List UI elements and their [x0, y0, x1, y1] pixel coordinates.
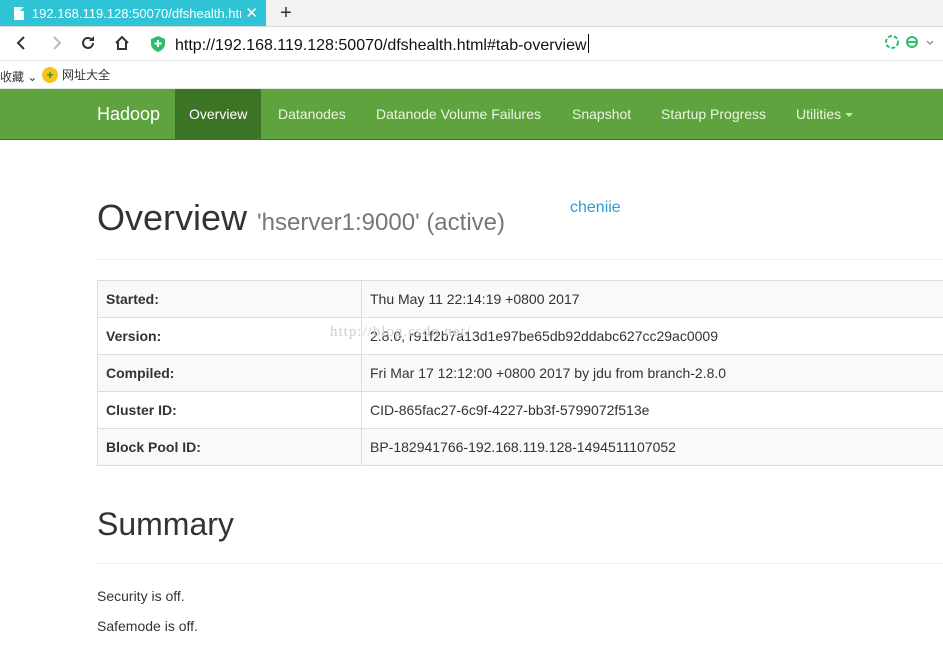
nav-utilities-label: Utilities	[796, 106, 842, 122]
url-field[interactable]: http://192.168.119.128:50070/dfshealth.h…	[175, 34, 589, 55]
row-key: Block Pool ID:	[97, 428, 362, 466]
url-text: http://192.168.119.128:50070/dfshealth.h…	[175, 37, 587, 54]
handwritten-annotation: cheniie	[570, 199, 621, 216]
forward-icon[interactable]	[44, 31, 68, 55]
summary-title: Summary	[97, 506, 234, 542]
safemode-status: Safemode is off.	[97, 618, 198, 634]
divider	[97, 563, 943, 564]
bookmark-favorites-label: 收藏	[0, 70, 25, 84]
overview-title: Overview	[97, 197, 248, 238]
site-star-icon: +	[42, 66, 58, 83]
back-icon[interactable]	[10, 31, 34, 55]
nav-startup-progress[interactable]: Startup Progress	[661, 89, 766, 139]
row-key: Compiled:	[97, 354, 362, 392]
menu-handle-icon[interactable]	[925, 35, 935, 49]
bookmark-url-directory-label: 网址大全	[62, 68, 111, 82]
address-bar-right-icons	[885, 35, 935, 49]
row-value: Fri Mar 17 12:12:00 +0800 2017 by jdu fr…	[361, 354, 943, 392]
row-value: Thu May 11 22:14:19 +0800 2017	[361, 280, 943, 318]
tab-title: 192.168.119.128:50070/dfshealth.htm	[31, 5, 242, 21]
nav-overview[interactable]: Overview	[175, 89, 262, 139]
new-tab-button[interactable]: +	[276, 1, 296, 25]
page-title: Overview 'hserver1:9000' (active)	[97, 197, 505, 239]
row-key: Started:	[97, 280, 362, 318]
hadoop-brand[interactable]: Hadoop	[97, 104, 160, 125]
table-row: Compiled: Fri Mar 17 12:12:00 +0800 2017 …	[97, 354, 943, 392]
close-tab-icon[interactable]: ✕	[245, 4, 258, 22]
blog-watermark: http://blog.csdn.net/	[330, 324, 471, 340]
table-row: Started: Thu May 11 22:14:19 +0800 2017	[97, 280, 943, 318]
browser-tabstrip: 192.168.119.128:50070/dfshealth.htm ✕ +	[0, 0, 943, 27]
reload-icon[interactable]	[76, 31, 100, 55]
table-row: Cluster ID: CID-865fac27-6c9f-4227-bb3f-5…	[97, 391, 943, 429]
bookmark-url-directory[interactable]: + 网址大全	[42, 66, 110, 83]
nav-datanode-volume-failures[interactable]: Datanode Volume Failures	[376, 89, 541, 139]
divider	[97, 259, 943, 260]
ie-mode-icon[interactable]	[905, 35, 919, 49]
chevron-down-icon	[845, 113, 854, 117]
row-value: CID-865fac27-6c9f-4227-bb3f-5799072f513e	[361, 391, 943, 429]
table-row: Version: 2.8.0, r91f2b7a13d1e97be65db92dd…	[97, 317, 943, 355]
speedup-icon[interactable]	[885, 35, 899, 49]
hadoop-navbar: Hadoop Overview Datanodes Datanode Volum…	[0, 89, 943, 140]
document-icon	[14, 6, 24, 20]
table-row: Block Pool ID: BP-182941766-192.168.119.1…	[97, 428, 943, 466]
browser-tab-active[interactable]: 192.168.119.128:50070/dfshealth.htm ✕	[0, 0, 266, 26]
text-caret	[587, 34, 589, 53]
row-key: Cluster ID:	[97, 391, 362, 429]
row-value: BP-182941766-192.168.119.128-14945111070…	[361, 428, 943, 466]
bookmark-bar: 收藏 ⌄ + 网址大全	[0, 61, 943, 89]
overview-subtitle: 'hserver1:9000' (active)	[257, 209, 505, 236]
home-icon[interactable]	[110, 31, 134, 55]
bookmark-favorites[interactable]: 收藏 ⌄	[0, 68, 37, 85]
security-status: Security is off.	[97, 588, 185, 604]
overview-table: Started: Thu May 11 22:14:19 +0800 2017 V…	[97, 280, 943, 466]
row-key: Version:	[97, 317, 362, 355]
security-shield-icon	[151, 36, 165, 52]
nav-snapshot[interactable]: Snapshot	[572, 89, 631, 139]
nav-datanodes[interactable]: Datanodes	[278, 89, 346, 139]
address-bar-row: http://192.168.119.128:50070/dfshealth.h…	[0, 27, 943, 61]
nav-utilities[interactable]: Utilities	[796, 89, 854, 139]
